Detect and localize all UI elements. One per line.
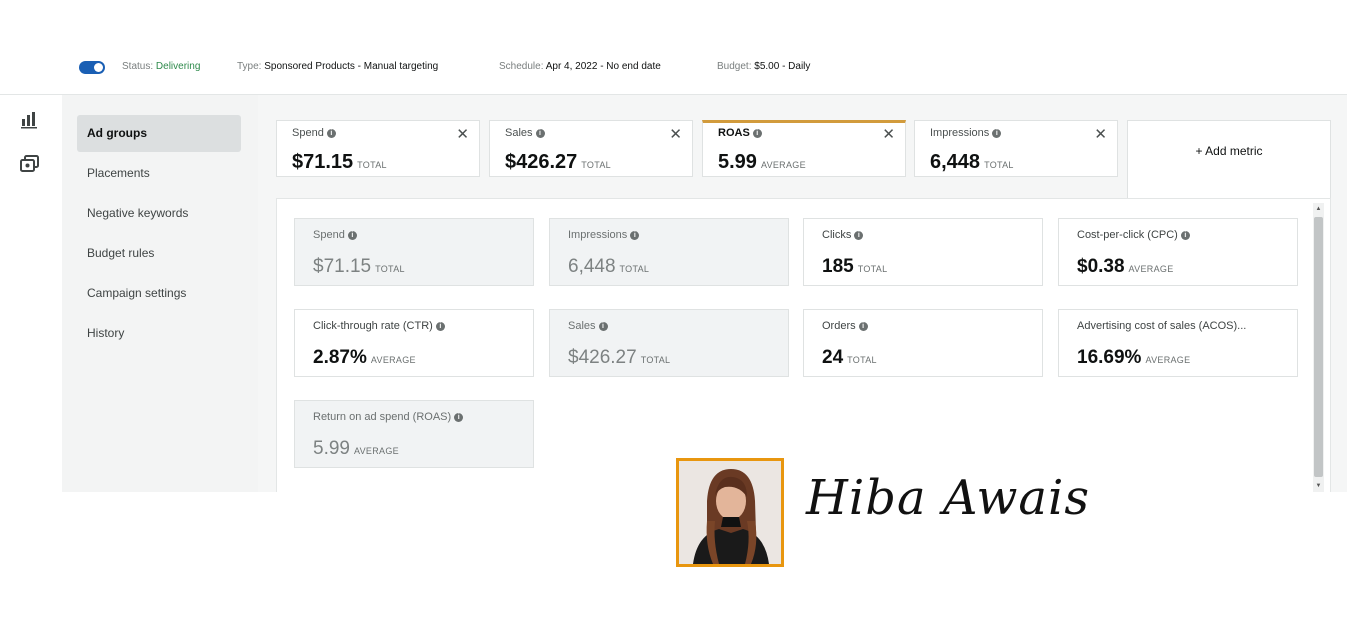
metric-card-label: Return on ad spend (ROAS) i (313, 411, 464, 423)
schedule-label: Schedule: (499, 61, 544, 72)
metric-card-label: Advertising cost of sales (ACOS)... (1077, 320, 1247, 332)
panel-scrollbar[interactable]: ▲ ▼ (1313, 203, 1324, 492)
close-icon[interactable]: ✕ (1094, 125, 1107, 143)
metric-card-impressions[interactable]: Impressions i 6,448 TOTAL (549, 218, 789, 286)
metric-card-value: 5.99 AVERAGE (313, 438, 399, 459)
subnav-item-history[interactable]: History (77, 315, 241, 352)
metric-card-value: 185 TOTAL (822, 256, 888, 277)
info-icon[interactable]: i (1180, 231, 1190, 240)
metric-card-label: Cost-per-click (CPC) i (1077, 229, 1190, 241)
info-icon[interactable]: i (858, 322, 868, 331)
metric-card-value: 16.69% AVERAGE (1077, 347, 1191, 368)
metric-card-label: Impressions i (568, 229, 640, 241)
metric-card-label: Sales i (568, 320, 608, 332)
info-icon[interactable]: i (347, 231, 357, 240)
metric-tab-value: 6,448 TOTAL (930, 151, 1014, 173)
metric-tab-label: Impressions i (930, 127, 1002, 139)
main-content: Spend i $71.15 TOTAL ✕ Sales i $426.27 TOTAL… (258, 95, 1347, 492)
status-field: Status: Delivering (122, 61, 200, 72)
metric-card-acos[interactable]: Advertising cost of sales (ACOS)... 16.6… (1058, 309, 1298, 377)
schedule-value: Apr 4, 2022 - No end date (545, 61, 661, 72)
portrait-image (679, 461, 781, 564)
info-icon[interactable]: i (630, 231, 640, 240)
metric-tab-roas[interactable]: ROAS i 5.99 AVERAGE ✕ (702, 120, 906, 177)
budget-value: $5.00 - Daily (754, 61, 811, 72)
status-value: Delivering (155, 61, 201, 72)
campaign-toggle-switch[interactable] (79, 61, 105, 74)
metric-card-value: 2.87% AVERAGE (313, 347, 416, 368)
metric-card-label: Spend i (313, 229, 357, 241)
subnav-item-placements[interactable]: Placements (77, 155, 241, 192)
bar-chart-icon[interactable] (19, 108, 41, 130)
metric-card-label: Clicks i (822, 229, 864, 241)
metric-tab-sales[interactable]: Sales i $426.27 TOTAL ✕ (489, 120, 693, 177)
metric-tab-value: $71.15 TOTAL (292, 151, 387, 173)
subnav-item-budget-rules[interactable]: Budget rules (77, 235, 241, 272)
close-icon[interactable]: ✕ (669, 125, 682, 143)
subnav-item-negative-keywords[interactable]: Negative keywords (77, 195, 241, 232)
info-icon[interactable]: i (326, 129, 336, 138)
budget-field: Budget: $5.00 - Daily (717, 61, 810, 72)
info-icon[interactable]: i (598, 322, 608, 331)
metric-card-cpc[interactable]: Cost-per-click (CPC) i $0.38 AVERAGE (1058, 218, 1298, 286)
type-value: Sponsored Products - Manual targeting (264, 61, 439, 72)
close-icon[interactable]: ✕ (456, 125, 469, 143)
metric-tab-label: Spend i (292, 127, 336, 139)
metric-tab-label: Sales i (505, 127, 545, 139)
metric-card-spend[interactable]: Spend i $71.15 TOTAL (294, 218, 534, 286)
scroll-up-arrow-icon[interactable]: ▲ (1314, 205, 1323, 213)
metric-tab-value: $426.27 TOTAL (505, 151, 611, 173)
info-icon[interactable]: i (992, 129, 1002, 138)
metric-tab-value: 5.99 AVERAGE (718, 151, 806, 173)
type-field: Type: Sponsored Products - Manual target… (237, 61, 438, 72)
metric-card-value: $426.27 TOTAL (568, 347, 671, 368)
info-icon[interactable]: i (435, 322, 445, 331)
subnav-item-ad-groups[interactable]: Ad groups (77, 115, 241, 152)
metric-selector-panel: Spend i $71.15 TOTAL Impressions i 6,448 TOT… (276, 198, 1331, 492)
metric-card-clicks[interactable]: Clicks i 185 TOTAL (803, 218, 1043, 286)
author-photo (676, 458, 784, 567)
add-metric-button[interactable]: + Add metric (1127, 120, 1331, 198)
metric-card-roas[interactable]: Return on ad spend (ROAS) i 5.99 AVERAGE (294, 400, 534, 468)
left-rail (0, 95, 63, 492)
metric-card-orders[interactable]: Orders i 24 TOTAL (803, 309, 1043, 377)
metric-tab-spend[interactable]: Spend i $71.15 TOTAL ✕ (276, 120, 480, 177)
metric-card-ctr[interactable]: Click-through rate (CTR) i 2.87% AVERAGE (294, 309, 534, 377)
scroll-down-arrow-icon[interactable]: ▼ (1314, 482, 1323, 490)
info-icon[interactable]: i (854, 231, 864, 240)
close-icon[interactable]: ✕ (882, 125, 895, 143)
metric-card-value: $0.38 AVERAGE (1077, 256, 1174, 277)
type-label: Type: (237, 61, 262, 72)
metric-tab-label: ROAS i (718, 127, 762, 139)
scroll-thumb[interactable] (1314, 217, 1323, 477)
author-signature: Hiba Awais (806, 470, 1091, 526)
campaign-subnav: Ad groups Placements Negative keywords B… (62, 95, 258, 492)
metric-card-sales[interactable]: Sales i $426.27 TOTAL (549, 309, 789, 377)
campaign-status-bar (0, 54, 1347, 95)
campaigns-icon[interactable] (19, 153, 41, 175)
info-icon[interactable]: i (454, 413, 464, 422)
status-label: Status: (122, 61, 154, 72)
metric-card-value: 6,448 TOTAL (568, 256, 650, 277)
budget-label: Budget: (717, 61, 752, 72)
schedule-field: Schedule: Apr 4, 2022 - No end date (499, 61, 661, 72)
metric-card-value: 24 TOTAL (822, 347, 877, 368)
info-icon[interactable]: i (752, 129, 762, 138)
info-icon[interactable]: i (535, 129, 545, 138)
metric-tab-impressions[interactable]: Impressions i 6,448 TOTAL ✕ (914, 120, 1118, 177)
app-window: Status: Delivering Type: Sponsored Produ… (0, 0, 1347, 637)
metric-card-label: Orders i (822, 320, 868, 332)
metric-card-label: Click-through rate (CTR) i (313, 320, 445, 332)
subnav-item-campaign-settings[interactable]: Campaign settings (77, 275, 241, 312)
metric-card-value: $71.15 TOTAL (313, 256, 405, 277)
